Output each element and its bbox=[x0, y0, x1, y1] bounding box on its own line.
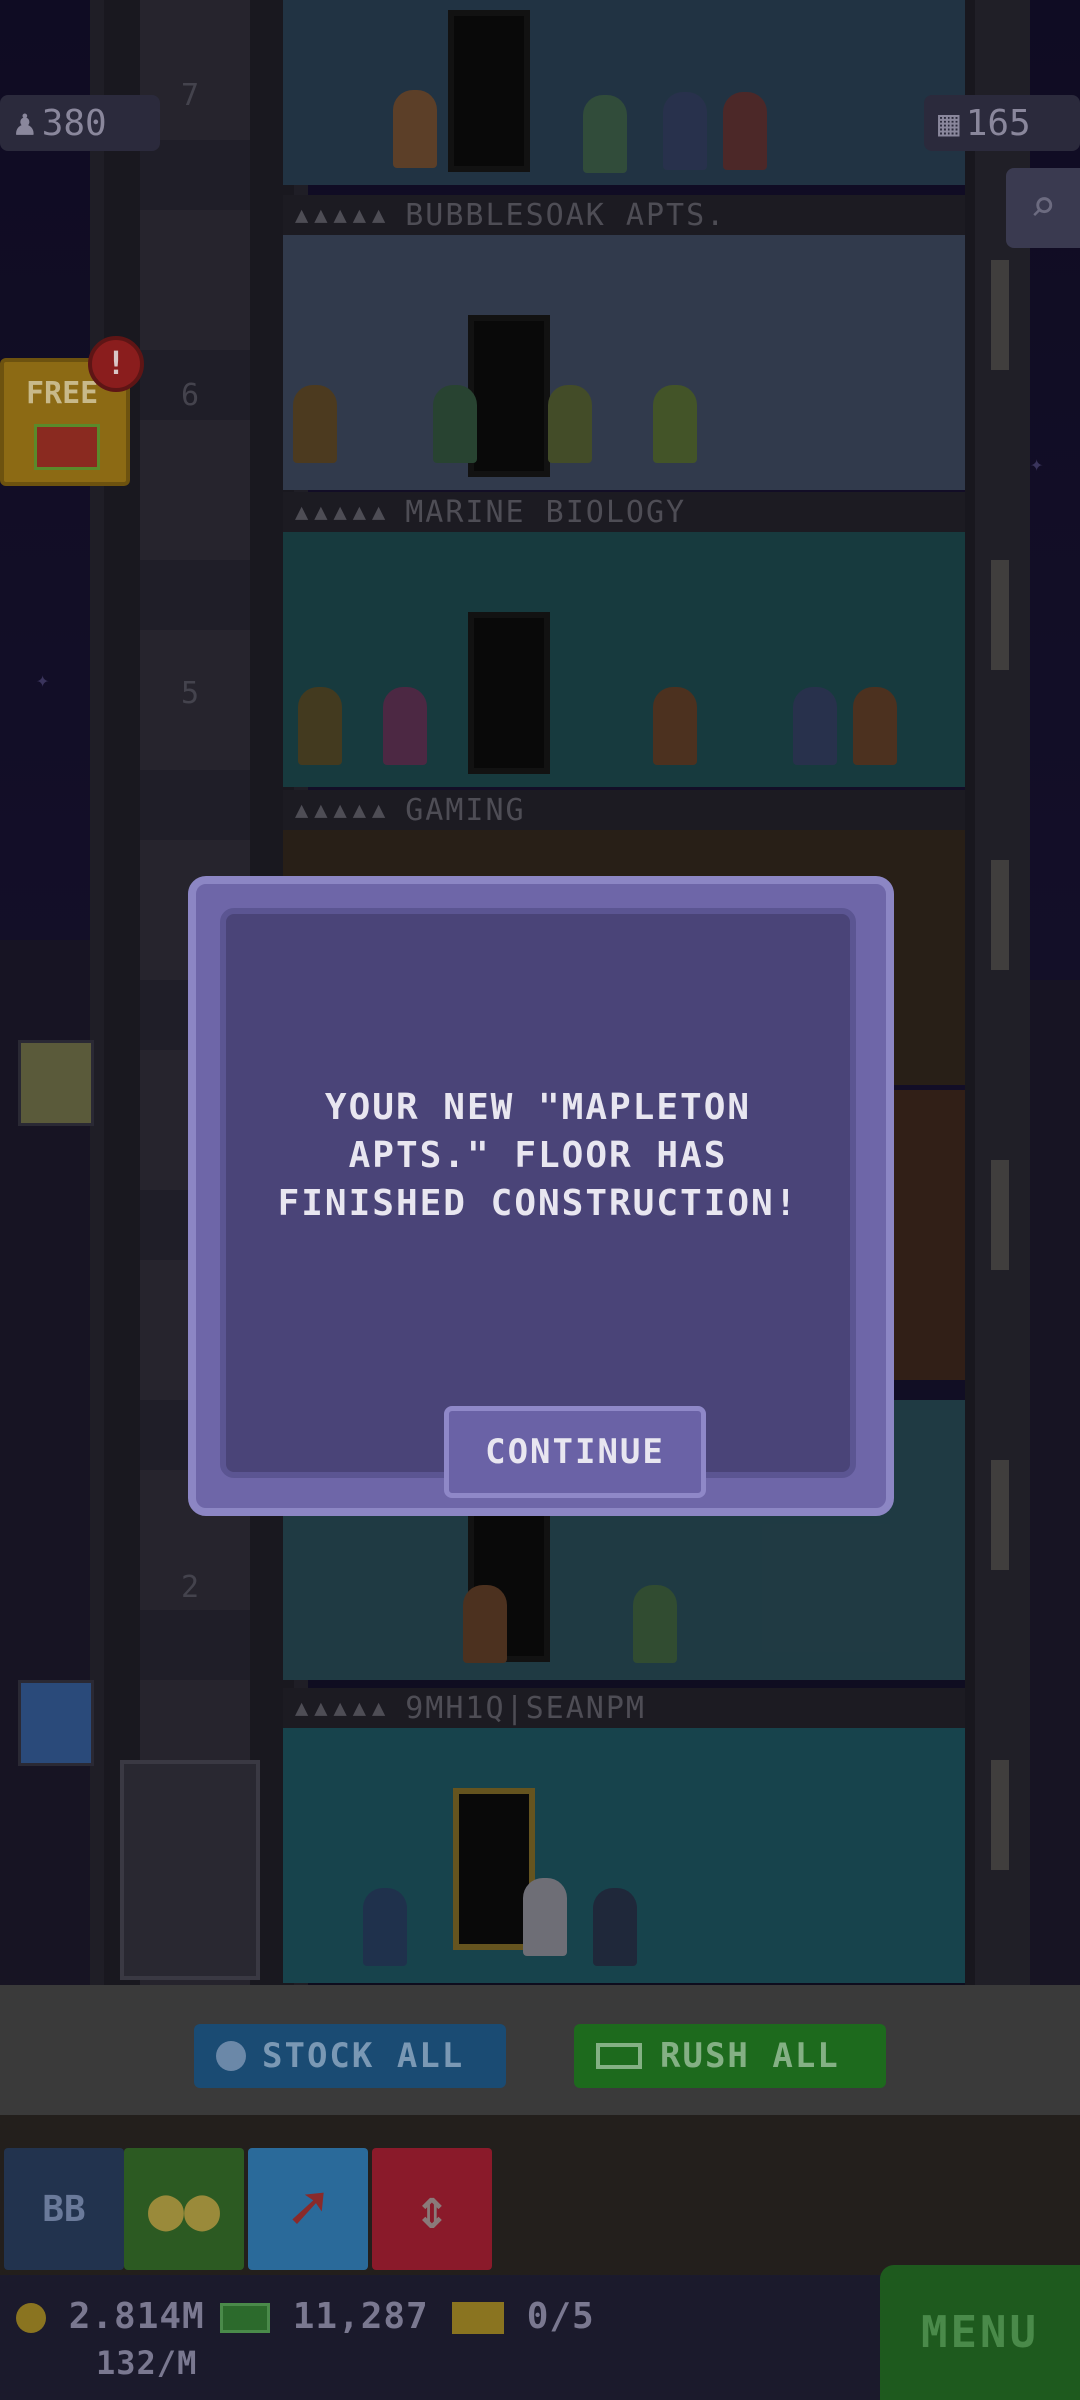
coins-tool-button[interactable]: ●● bbox=[124, 2148, 244, 2270]
floors-value: 165 bbox=[965, 102, 1031, 144]
clock-icon bbox=[216, 2041, 246, 2071]
building-icon: ▦ bbox=[938, 102, 960, 144]
bux-stat: 11,287 bbox=[220, 2296, 429, 2337]
bux-icon bbox=[220, 2303, 270, 2333]
coins-value: 2.814M bbox=[68, 2296, 205, 2337]
population-value: 380 bbox=[41, 102, 107, 144]
gift-icon bbox=[34, 424, 100, 470]
fries-icon[interactable] bbox=[18, 1040, 94, 1126]
bitbook-button[interactable]: BB bbox=[4, 2148, 124, 2270]
dialog-message: YOUR NEW "MAPLETON APTS." FLOOR HAS FINI… bbox=[277, 1087, 799, 1224]
ticket-icon bbox=[452, 2302, 504, 2334]
raffle-tool-button[interactable]: ➚ bbox=[248, 2148, 368, 2270]
rush-all-button[interactable]: RUSH ALL bbox=[574, 2024, 886, 2088]
search-button[interactable]: ⌕ bbox=[1006, 168, 1080, 248]
stock-all-button[interactable]: STOCK ALL bbox=[194, 2024, 506, 2088]
blueprint-icon[interactable] bbox=[18, 1680, 94, 1766]
stock-all-label: STOCK ALL bbox=[262, 2036, 465, 2076]
notification-badge: ! bbox=[88, 336, 144, 392]
action-bar bbox=[0, 1985, 1080, 2115]
dialog-panel: YOUR NEW "MAPLETON APTS." FLOOR HAS FINI… bbox=[220, 908, 856, 1498]
coins-icon: ●● bbox=[147, 2174, 221, 2244]
continue-button[interactable]: CONTINUE bbox=[444, 1406, 706, 1498]
pushpin-icon: ➚ bbox=[288, 2172, 328, 2246]
tickets-stat: 0/5 bbox=[452, 2296, 595, 2337]
bux-value: 11,287 bbox=[292, 2296, 429, 2337]
rush-all-label: RUSH ALL bbox=[660, 2036, 840, 2076]
floors-counter: ▦ 165 bbox=[924, 95, 1080, 151]
person-icon: ♟ bbox=[14, 102, 36, 144]
coins-rate: 132/M bbox=[96, 2344, 198, 2382]
coin-icon bbox=[16, 2303, 46, 2333]
cash-icon bbox=[596, 2043, 642, 2069]
construction-complete-dialog: YOUR NEW "MAPLETON APTS." FLOOR HAS FINI… bbox=[188, 876, 894, 1516]
tickets-value: 0/5 bbox=[526, 2296, 595, 2337]
coins-stat: 2.814M bbox=[16, 2296, 205, 2337]
population-counter: ♟ 380 bbox=[0, 95, 160, 151]
free-label: FREE bbox=[26, 376, 99, 411]
menu-button[interactable]: MENU bbox=[880, 2265, 1080, 2400]
magnifier-icon: ⌕ bbox=[1029, 181, 1057, 232]
elevator-tool-button[interactable]: ⇕ bbox=[372, 2148, 492, 2270]
up-down-arrows-icon: ⇕ bbox=[415, 2176, 449, 2242]
bitbook-label: BB bbox=[42, 2188, 86, 2230]
